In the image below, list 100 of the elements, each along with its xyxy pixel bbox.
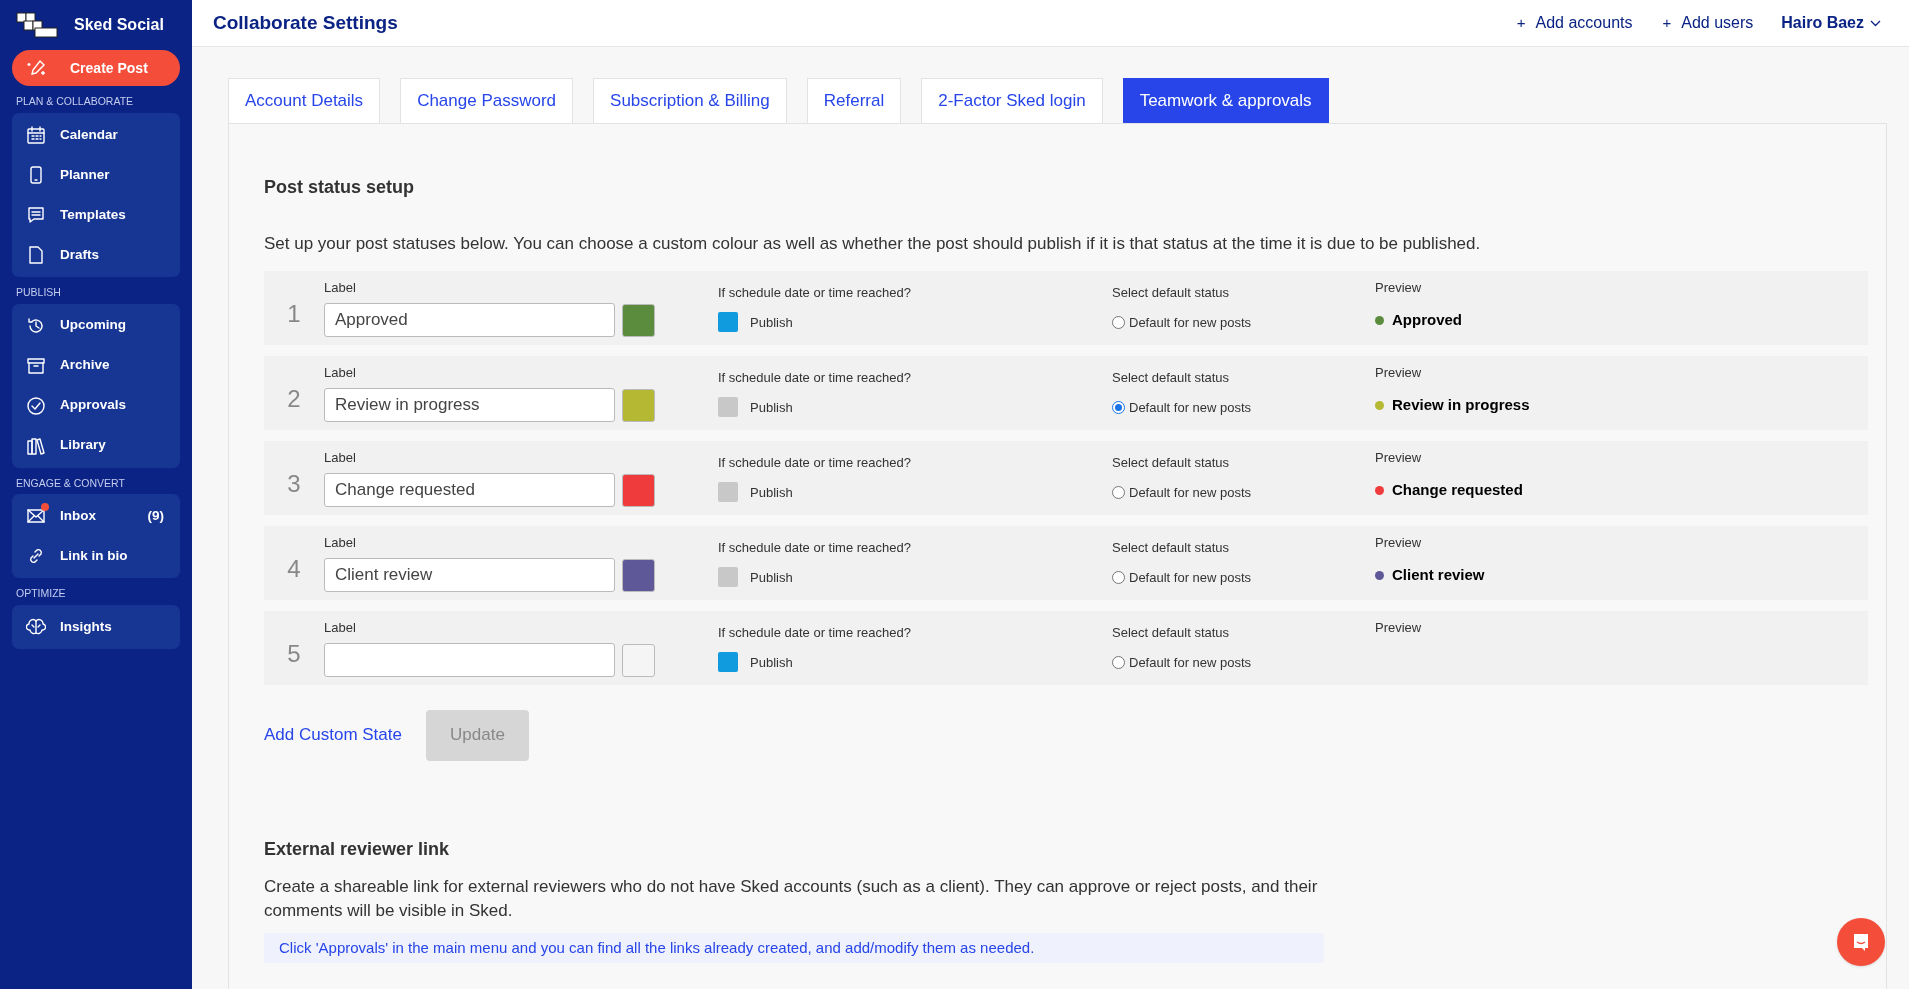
- brand-name: Sked Social: [74, 15, 164, 35]
- plus-icon: +: [1516, 11, 1526, 35]
- color-swatch[interactable]: [622, 473, 655, 507]
- sidebar-item[interactable]: Link in bio: [12, 536, 180, 577]
- chevron-down-icon: [1870, 19, 1881, 27]
- books-icon: [26, 435, 46, 456]
- section-description: Set up your post statuses below. You can choose a custom colour as well as whether the post should publish if it is that status at the time it is due to be published.: [264, 233, 1482, 255]
- radio-button[interactable]: [1112, 401, 1125, 415]
- header-link[interactable]: Add accounts: [1535, 11, 1633, 35]
- tab[interactable]: Account Details: [228, 78, 381, 123]
- color-swatch[interactable]: [622, 388, 655, 422]
- sidebar-item[interactable]: Planner: [12, 154, 180, 195]
- label-field[interactable]: Review in progress: [324, 388, 615, 423]
- chat-icon: [1851, 932, 1871, 952]
- sidebar-item[interactable]: Approvals: [12, 385, 180, 426]
- user-menu[interactable]: Hairo Baez: [1781, 11, 1881, 35]
- field-label: Preview: [1375, 363, 1423, 382]
- add-custom-state-link[interactable]: Add Custom State: [264, 722, 402, 748]
- info-text: Click 'Approvals' in the main menu and you can find all the links already created, and add/modify them as needed.: [279, 938, 1035, 956]
- tab[interactable]: Subscription & Billing: [593, 78, 787, 123]
- field-label: Label: [324, 448, 357, 467]
- document-icon: [26, 244, 46, 265]
- label-field[interactable]: Approved: [324, 303, 615, 338]
- field-label: Preview: [1375, 618, 1422, 637]
- tab[interactable]: Teamwork & approvals: [1122, 78, 1329, 123]
- row-number: 3: [286, 468, 302, 499]
- sidebar-item[interactable]: Inbox (9): [12, 496, 180, 537]
- checkbox[interactable]: [718, 567, 738, 588]
- tab[interactable]: Change Password: [400, 78, 574, 123]
- color-swatch[interactable]: [622, 558, 655, 592]
- field-label: Label: [324, 618, 357, 637]
- radio-label: Default for new posts: [1129, 484, 1252, 502]
- field-label: Select default status: [1112, 368, 1231, 387]
- field-label: Label: [324, 363, 357, 382]
- radio-button[interactable]: [1112, 316, 1125, 330]
- field-label: If schedule date or time reached?: [718, 453, 912, 472]
- section-heading: PLAN & COLLABORATE: [15, 94, 135, 109]
- row-number: 5: [286, 638, 302, 669]
- header-link[interactable]: Add users: [1681, 11, 1754, 35]
- field-label: Select default status: [1112, 453, 1231, 472]
- calendar-icon: [26, 124, 46, 145]
- radio-label: Default for new posts: [1129, 569, 1252, 587]
- archive-box-icon: [26, 355, 46, 376]
- field-label: If schedule date or time reached?: [718, 623, 912, 642]
- checkbox-label: Publish: [750, 653, 793, 672]
- color-swatch[interactable]: [622, 303, 655, 337]
- section-title: Post status setup: [264, 176, 416, 199]
- row-number: 4: [286, 553, 302, 584]
- sidebar-item[interactable]: Upcoming: [12, 305, 180, 346]
- tab[interactable]: Referral: [806, 78, 902, 123]
- status-preview: Change requested: [1392, 480, 1523, 500]
- page-title: Collaborate Settings: [213, 10, 398, 35]
- radio-button[interactable]: [1112, 571, 1125, 585]
- checkbox-label: Publish: [750, 568, 793, 587]
- radio-button[interactable]: [1112, 656, 1125, 670]
- field-label: If schedule date or time reached?: [718, 368, 912, 387]
- checkbox-label: Publish: [750, 313, 793, 332]
- sidebar-item[interactable]: Drafts: [12, 234, 180, 275]
- field-label: If schedule date or time reached?: [718, 538, 912, 557]
- label-field[interactable]: Client review: [324, 558, 615, 593]
- sidebar-item[interactable]: Templates: [12, 194, 180, 235]
- status-preview: Approved: [1392, 310, 1462, 330]
- row-number: 1: [286, 298, 302, 329]
- checkbox[interactable]: [718, 482, 738, 503]
- color-swatch[interactable]: [622, 643, 655, 677]
- field-label: Select default status: [1112, 623, 1231, 642]
- section-heading: PUBLISH: [15, 284, 62, 300]
- section-title: External reviewer link: [264, 837, 451, 861]
- checkbox[interactable]: [718, 652, 738, 673]
- brain-icon: [26, 617, 46, 637]
- logo-icon: [16, 12, 60, 38]
- field-label: Select default status: [1112, 538, 1231, 557]
- field-label: If schedule date or time reached?: [718, 283, 912, 302]
- unread-count: (9): [147, 507, 164, 526]
- plus-icon: +: [1662, 11, 1672, 35]
- checkbox[interactable]: [718, 312, 738, 333]
- status-preview: Client review: [1392, 565, 1485, 585]
- radio-label: Default for new posts: [1129, 314, 1252, 332]
- tab[interactable]: 2-Factor Sked login: [921, 78, 1103, 123]
- field-label: Label: [324, 533, 357, 552]
- create-post-button[interactable]: Create Post: [12, 50, 180, 86]
- radio-button[interactable]: [1112, 486, 1125, 500]
- history-icon: [26, 315, 46, 336]
- sparkle-pen-icon: [26, 59, 48, 77]
- label-field[interactable]: Change requested: [324, 473, 615, 508]
- checkbox-label: Publish: [750, 398, 793, 417]
- row-number: 2: [286, 383, 302, 414]
- sidebar-item[interactable]: Archive: [12, 345, 180, 386]
- sidebar-item[interactable]: Insights: [12, 607, 180, 647]
- field-label: Select default status: [1112, 283, 1231, 302]
- radio-label: Default for new posts: [1129, 399, 1252, 417]
- label-field[interactable]: [324, 643, 615, 678]
- chat-bubble-icon: [26, 204, 46, 225]
- sidebar-item[interactable]: Library: [12, 425, 180, 466]
- field-label: Label: [324, 278, 357, 297]
- field-label: Preview: [1375, 278, 1423, 297]
- checkbox[interactable]: [718, 397, 738, 418]
- field-label: Preview: [1375, 448, 1423, 467]
- sidebar-item[interactable]: Calendar: [12, 114, 180, 155]
- section-heading: ENGAGE & CONVERT: [15, 475, 126, 491]
